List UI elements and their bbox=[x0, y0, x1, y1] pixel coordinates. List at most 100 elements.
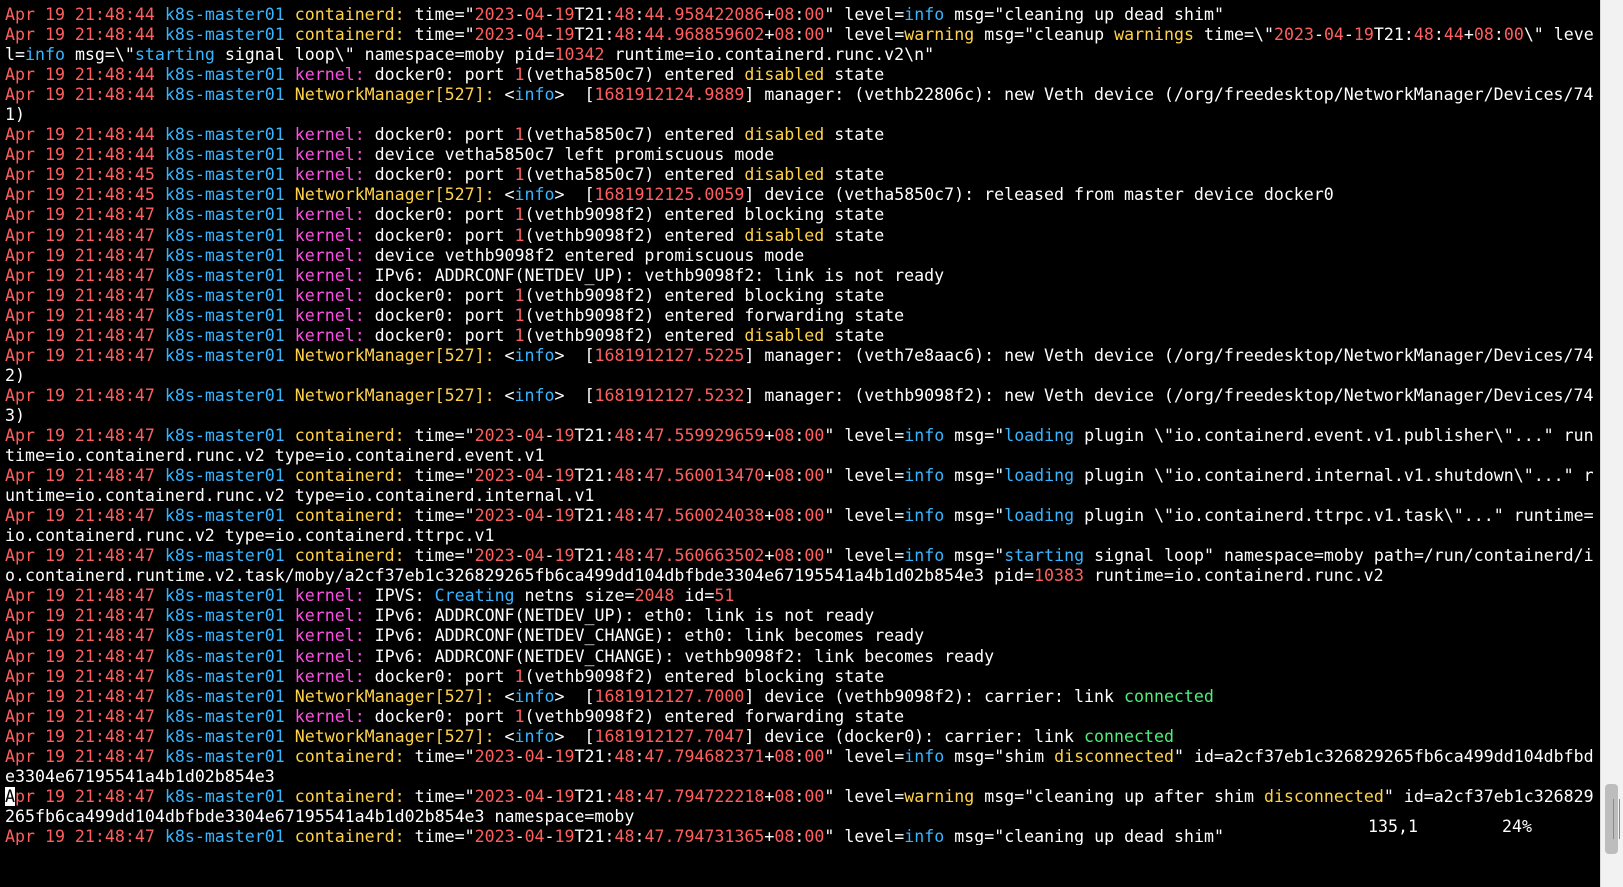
log-segment: state bbox=[824, 225, 885, 245]
log-segment: starting bbox=[134, 45, 215, 65]
log-segment: > [ bbox=[554, 345, 595, 365]
log-segment: 1 bbox=[514, 285, 525, 305]
log-segment: : bbox=[794, 746, 805, 766]
log-segment: 47.794682371 bbox=[644, 746, 765, 766]
log-segment: IPv6: ADDRCONF(NETDEV_UP): vethb9098f2: … bbox=[364, 265, 945, 285]
log-segment bbox=[155, 466, 165, 485]
log-segment bbox=[285, 586, 295, 605]
log-segment: containerd: bbox=[294, 506, 405, 526]
log-segment: 1 bbox=[514, 706, 525, 726]
log-segment bbox=[285, 306, 295, 325]
log-segment: kernel: bbox=[294, 245, 365, 265]
log-segment: 3) bbox=[5, 405, 25, 425]
log-segment: pr 19 21:48:47 bbox=[15, 786, 155, 806]
log-segment: " level= bbox=[824, 466, 905, 486]
log-segment: runtime=io.containerd.runc.v2 bbox=[1083, 566, 1384, 586]
log-segment: Apr 19 21:48:47 bbox=[5, 586, 155, 606]
log-segment: 04 bbox=[1323, 25, 1344, 45]
log-segment: 47.560024038 bbox=[644, 506, 765, 526]
log-segment: : bbox=[794, 5, 805, 24]
log-segment bbox=[285, 145, 295, 164]
log-segment: 00 bbox=[804, 746, 825, 766]
log-line: Apr 19 21:48:47 k8s-master01 NetworkMana… bbox=[5, 727, 1595, 747]
log-segment bbox=[155, 626, 165, 645]
log-segment: Apr 19 21:48:47 bbox=[5, 646, 155, 666]
log-segment: kernel: bbox=[294, 325, 365, 345]
log-segment: 1681912127.5232 bbox=[594, 385, 745, 405]
log-line: Apr 19 21:48:47 k8s-master01 containerd:… bbox=[5, 426, 1595, 446]
log-line: untime=io.containerd.runc.v2 type=io.con… bbox=[5, 486, 1595, 506]
log-segment bbox=[285, 466, 295, 485]
log-line: e3304e67195541a4b1d02b854e3 bbox=[5, 767, 1595, 787]
log-segment bbox=[155, 286, 165, 305]
log-segment: kernel: bbox=[294, 165, 365, 185]
text-cursor: A bbox=[5, 786, 15, 806]
log-segment: Apr 19 21:48:47 bbox=[5, 225, 155, 245]
log-segment: < bbox=[494, 385, 515, 405]
log-segment: 08 bbox=[774, 25, 795, 45]
log-segment: 48 bbox=[614, 425, 635, 445]
log-segment: kernel: bbox=[294, 646, 365, 666]
log-segment bbox=[155, 727, 165, 746]
log-segment: 08 bbox=[1473, 25, 1494, 45]
log-segment bbox=[285, 165, 295, 184]
log-segment: k8s-master01 bbox=[164, 165, 285, 185]
log-segment: 19 bbox=[554, 425, 575, 445]
log-segment: kernel: bbox=[294, 706, 365, 726]
log-segment: - bbox=[514, 5, 525, 24]
log-segment: > [ bbox=[554, 726, 595, 746]
log-segment: 48 bbox=[614, 746, 635, 766]
log-segment: : bbox=[634, 466, 645, 486]
log-segment: k8s-master01 bbox=[164, 285, 285, 305]
log-segment bbox=[155, 667, 165, 686]
terminal-output[interactable]: Apr 19 21:48:44 k8s-master01 containerd:… bbox=[5, 5, 1595, 845]
log-segment: netns size= bbox=[514, 586, 635, 606]
log-segment: 1681912127.7047 bbox=[594, 726, 745, 746]
log-segment: plugin \"io.containerd.ttrpc.v1.task\"..… bbox=[1074, 506, 1594, 526]
log-segment: - bbox=[544, 506, 555, 526]
log-segment: 08 bbox=[774, 786, 795, 806]
log-line: Apr 19 21:48:47 k8s-master01 kernel: doc… bbox=[5, 286, 1595, 306]
log-segment: 48 bbox=[614, 5, 635, 24]
log-segment: k8s-master01 bbox=[164, 466, 285, 486]
scrollbar-thumb[interactable] bbox=[1605, 784, 1620, 854]
log-segment: (vetha5850c7) entered bbox=[524, 165, 745, 185]
log-segment bbox=[285, 185, 295, 204]
log-segment: docker0: port bbox=[364, 65, 515, 85]
log-segment bbox=[285, 606, 295, 625]
log-segment: Apr 19 21:48:47 bbox=[5, 305, 155, 325]
log-segment: k8s-master01 bbox=[164, 65, 285, 85]
log-segment: - bbox=[514, 786, 525, 806]
log-segment bbox=[155, 185, 165, 204]
log-segment bbox=[155, 687, 165, 706]
log-segment: info bbox=[24, 45, 65, 65]
log-segment: o.containerd.runtime.v2.task/moby/a2cf37… bbox=[5, 566, 1034, 586]
log-segment: - bbox=[1313, 25, 1324, 45]
log-segment: loading bbox=[1004, 466, 1075, 486]
log-segment: " level= bbox=[824, 546, 905, 566]
terminal-scrollbar[interactable] bbox=[1600, 0, 1623, 887]
log-segment: (vethb9098f2) entered blocking state bbox=[524, 205, 885, 225]
log-segment: info bbox=[904, 466, 945, 486]
log-segment: msg=" bbox=[944, 425, 1005, 445]
log-segment: NetworkManager[527]: bbox=[294, 85, 495, 105]
log-segment: 00 bbox=[804, 546, 825, 566]
log-segment: kernel: bbox=[294, 586, 365, 606]
log-segment: 2) bbox=[5, 365, 25, 385]
log-line: Apr 19 21:48:47 k8s-master01 kernel: IPv… bbox=[5, 266, 1595, 286]
log-segment: state bbox=[824, 125, 885, 145]
log-segment: info bbox=[514, 686, 555, 706]
log-segment: msg="shim bbox=[944, 746, 1055, 766]
log-segment: k8s-master01 bbox=[164, 546, 285, 566]
log-segment: + bbox=[764, 425, 775, 445]
log-segment bbox=[285, 747, 295, 766]
log-segment: Creating bbox=[434, 586, 515, 606]
log-segment: ] device (docker0): carrier: link bbox=[744, 726, 1085, 746]
log-segment: info bbox=[904, 425, 945, 445]
log-line: o.containerd.runtime.v2.task/moby/a2cf37… bbox=[5, 566, 1595, 586]
log-line: Apr 19 21:48:44 k8s-master01 containerd:… bbox=[5, 5, 1595, 25]
log-line: Apr 19 21:48:47 k8s-master01 containerd:… bbox=[5, 466, 1595, 486]
log-line: 3) bbox=[5, 406, 1595, 426]
log-segment: untime=io.containerd.runc.v2 type=io.con… bbox=[5, 486, 595, 506]
log-segment: " id=a2cf37eb1c326829 bbox=[1383, 786, 1594, 806]
